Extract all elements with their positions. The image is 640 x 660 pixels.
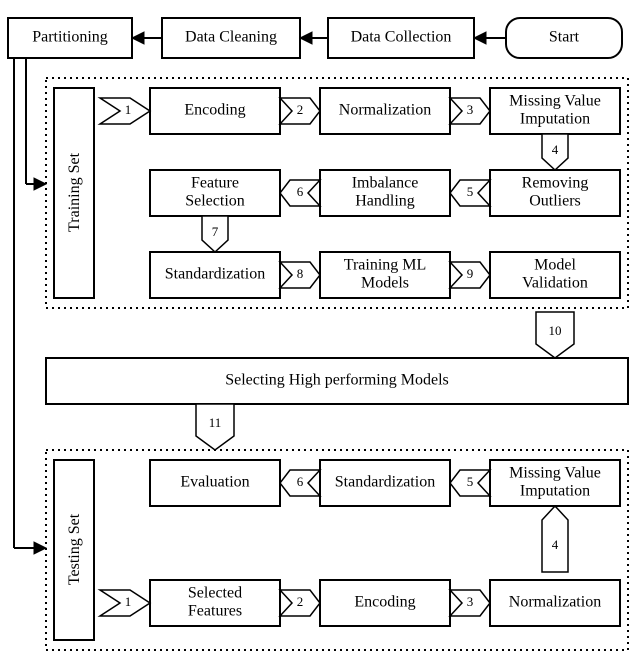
svg-text:6: 6 [297, 184, 304, 199]
arrow-collection-to-cleaning [300, 32, 328, 44]
feature-selection-node: Feature Selection [150, 170, 280, 216]
standardization-test-node: Standardization [320, 460, 450, 506]
svg-text:Normalization: Normalization [509, 594, 601, 611]
svg-text:Normalization: Normalization [339, 102, 431, 119]
training-set-label: Training Set [66, 152, 83, 232]
svg-text:Evaluation: Evaluation [180, 474, 249, 491]
svg-text:Training ML: Training ML [344, 257, 427, 274]
svg-text:1: 1 [125, 594, 132, 609]
svg-text:Feature: Feature [191, 175, 239, 192]
normalization-test-node: Normalization [490, 580, 620, 626]
svg-text:Removing: Removing [522, 175, 589, 192]
start-label: Start [549, 29, 580, 46]
chevron-test-2: 2 [280, 590, 320, 616]
mvi-train-node: Missing Value Imputation [490, 88, 620, 134]
training-set-label-box: Training Set [54, 88, 94, 298]
svg-text:8: 8 [297, 266, 304, 281]
chevron-train-2: 2 [280, 98, 320, 124]
svg-text:10: 10 [549, 323, 562, 338]
chevron-test-1: 1 [100, 590, 150, 616]
data-cleaning-node: Data Cleaning [162, 18, 300, 58]
svg-text:Encoding: Encoding [184, 102, 245, 119]
data-collection-node: Data Collection [328, 18, 474, 58]
svg-text:Selected: Selected [188, 585, 242, 602]
svg-text:5: 5 [467, 474, 474, 489]
encoding-test-node: Encoding [320, 580, 450, 626]
svg-text:Models: Models [361, 275, 409, 292]
arrow-partition-to-testing [14, 58, 46, 554]
svg-text:9: 9 [467, 266, 474, 281]
chevron-train-3: 3 [450, 98, 490, 124]
chevron-train-1: 1 [100, 98, 150, 124]
svg-text:3: 3 [467, 594, 474, 609]
chevron-train-7: 7 [202, 216, 228, 252]
selected-features-node: Selected Features [150, 580, 280, 626]
normalization-train-node: Normalization [320, 88, 450, 134]
svg-text:Handling: Handling [355, 193, 415, 210]
svg-text:Standardization: Standardization [335, 474, 435, 491]
data-cleaning-label: Data Cleaning [185, 29, 277, 46]
chevron-11: 11 [196, 404, 234, 450]
chevron-train-5: 5 [450, 180, 490, 206]
svg-text:11: 11 [209, 415, 222, 430]
testing-set-label-box: Testing Set [54, 460, 94, 640]
svg-text:2: 2 [297, 102, 304, 117]
chevron-10: 10 [536, 312, 574, 358]
mvi-test-node: Missing Value Imputation [490, 460, 620, 506]
testing-set-label: Testing Set [66, 513, 83, 585]
partitioning-node: Partitioning [8, 18, 132, 58]
svg-text:Features: Features [188, 603, 242, 620]
evaluation-node: Evaluation [150, 460, 280, 506]
svg-text:Encoding: Encoding [354, 594, 415, 611]
start-node: Start [506, 18, 622, 58]
svg-text:Outliers: Outliers [529, 193, 581, 210]
svg-text:Selection: Selection [185, 193, 245, 210]
arrow-cleaning-to-partitioning [132, 32, 162, 44]
select-models-node: Selecting High performing Models [46, 358, 628, 404]
chevron-test-3: 3 [450, 590, 490, 616]
svg-text:3: 3 [467, 102, 474, 117]
svg-text:Missing Value: Missing Value [509, 93, 601, 110]
svg-text:7: 7 [212, 224, 219, 239]
chevron-test-5: 5 [450, 470, 490, 496]
svg-text:Missing Value: Missing Value [509, 465, 601, 482]
encoding-train-node: Encoding [150, 88, 280, 134]
svg-text:Standardization: Standardization [165, 266, 265, 283]
svg-text:Imbalance: Imbalance [352, 175, 419, 192]
svg-text:Imputation: Imputation [520, 483, 590, 500]
arrow-start-to-collection [474, 32, 506, 44]
trainml-node: Training ML Models [320, 252, 450, 298]
arrow-partition-to-training [26, 58, 46, 190]
svg-text:Selecting High performing Mode: Selecting High performing Models [225, 372, 449, 389]
chevron-test-6: 6 [280, 470, 320, 496]
svg-text:Validation: Validation [522, 275, 588, 292]
chevron-train-8: 8 [280, 262, 320, 288]
chevron-train-9: 9 [450, 262, 490, 288]
svg-text:5: 5 [467, 184, 474, 199]
svg-text:4: 4 [552, 537, 559, 552]
chevron-train-4: 4 [542, 134, 568, 170]
svg-text:1: 1 [125, 102, 132, 117]
svg-text:2: 2 [297, 594, 304, 609]
svg-text:Imputation: Imputation [520, 111, 590, 128]
validation-node: Model Validation [490, 252, 620, 298]
chevron-train-6: 6 [280, 180, 320, 206]
outliers-node: Removing Outliers [490, 170, 620, 216]
partitioning-label: Partitioning [32, 29, 108, 46]
chevron-test-4: 4 [542, 506, 568, 572]
svg-text:6: 6 [297, 474, 304, 489]
data-collection-label: Data Collection [351, 29, 452, 46]
standardization-train-node: Standardization [150, 252, 280, 298]
svg-text:4: 4 [552, 142, 559, 157]
svg-text:Model: Model [534, 257, 576, 274]
imbalance-node: Imbalance Handling [320, 170, 450, 216]
